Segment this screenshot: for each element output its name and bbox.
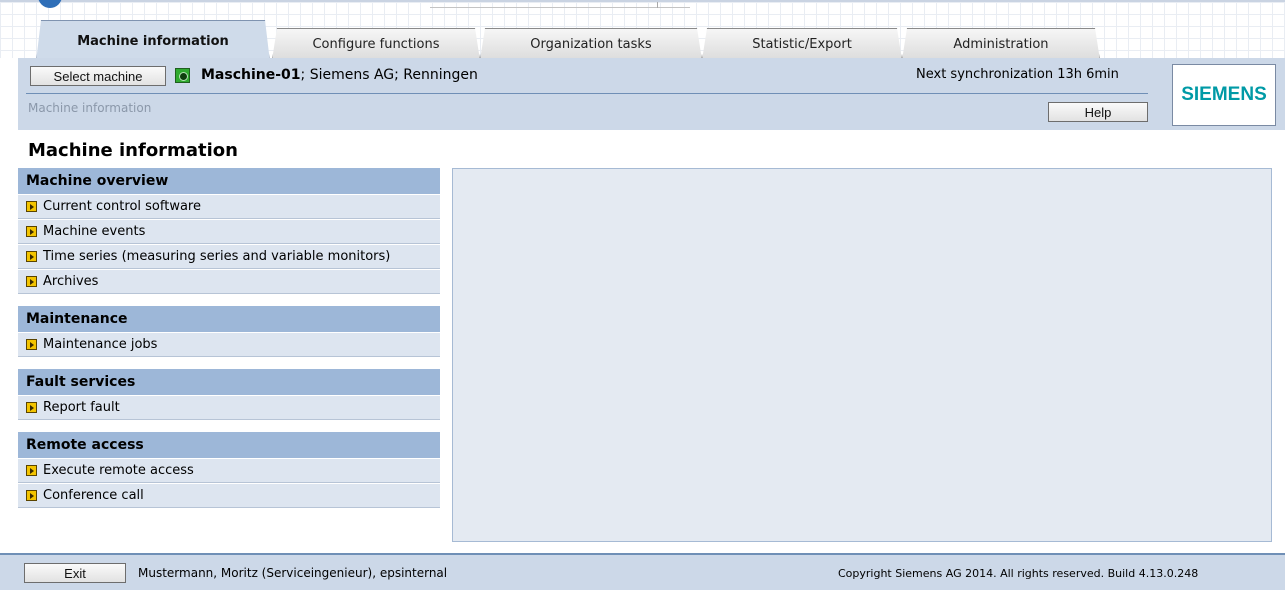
menu-group-remote-access: Remote access Execute remote access Conf… (18, 432, 440, 508)
menu-item-label: Archives (43, 274, 99, 289)
arrow-bullet-icon (26, 201, 37, 212)
tab-label: Machine information (77, 34, 229, 49)
machine-info-bar: Select machine Maschine-01; Siemens AG; … (18, 58, 1285, 130)
tab-label: Statistic/Export (752, 37, 852, 52)
tab-organization-tasks[interactable]: Organization tasks (480, 28, 702, 60)
menu-item-label: Report fault (43, 400, 120, 415)
arrow-bullet-icon (26, 339, 37, 350)
menu-item-label: Current control software (43, 199, 201, 214)
tab-label: Configure functions (312, 37, 440, 52)
tab-strip: Machine information Configure functions … (0, 0, 1285, 58)
menu-item-current-control-software[interactable]: Current control software (18, 194, 440, 219)
menu-item-archives[interactable]: Archives (18, 269, 440, 294)
menu-group-maintenance: Maintenance Maintenance jobs (18, 306, 440, 357)
tab-label: Administration (953, 37, 1049, 52)
machine-status-icon (175, 68, 190, 83)
menu-item-execute-remote-access[interactable]: Execute remote access (18, 458, 440, 483)
menu-item-label: Machine events (43, 224, 146, 239)
machine-name: Maschine-01 (201, 67, 301, 83)
menu-group-machine-overview: Machine overview Current control softwar… (18, 168, 440, 294)
help-button[interactable]: Help (1048, 102, 1148, 122)
copyright-text: Copyright Siemens AG 2014. All rights re… (838, 567, 1199, 580)
sidebar: Machine overview Current control softwar… (18, 168, 440, 520)
menu-item-label: Execute remote access (43, 463, 194, 478)
menu-item-label: Conference call (43, 488, 144, 503)
menu-item-time-series[interactable]: Time series (measuring series and variab… (18, 244, 440, 269)
menu-group-header: Remote access (18, 432, 440, 458)
arrow-bullet-icon (26, 465, 37, 476)
machine-details: ; Siemens AG; Renningen (300, 67, 478, 83)
top-divider (430, 2, 690, 8)
arrow-bullet-icon (26, 276, 37, 287)
siemens-logo: SIEMENS (1172, 64, 1276, 126)
user-info: Mustermann, Moritz (Serviceingenieur), e… (138, 566, 448, 580)
menu-item-label: Maintenance jobs (43, 337, 158, 352)
menu-group-header: Maintenance (18, 306, 440, 332)
sync-status: Next synchronization 13h 6min (916, 67, 1119, 82)
menu-item-conference-call[interactable]: Conference call (18, 483, 440, 508)
menu-group-fault-services: Fault services Report fault (18, 369, 440, 420)
tab-administration[interactable]: Administration (902, 28, 1100, 60)
menu-item-label: Time series (measuring series and variab… (43, 249, 391, 264)
exit-button[interactable]: Exit (24, 563, 126, 583)
menu-group-header: Fault services (18, 369, 440, 395)
arrow-bullet-icon (26, 402, 37, 413)
arrow-bullet-icon (26, 490, 37, 501)
footer-bar: Exit Mustermann, Moritz (Serviceingenieu… (0, 553, 1285, 590)
arrow-bullet-icon (26, 226, 37, 237)
menu-group-header: Machine overview (18, 168, 440, 194)
page-title: Machine information (28, 140, 238, 161)
select-machine-button[interactable]: Select machine (30, 66, 166, 86)
breadcrumb: Machine information (28, 101, 152, 115)
content-panel (452, 168, 1272, 542)
machine-label: Maschine-01; Siemens AG; Renningen (201, 67, 478, 83)
tab-label: Organization tasks (530, 37, 652, 52)
tab-configure-functions[interactable]: Configure functions (272, 28, 480, 60)
menu-item-maintenance-jobs[interactable]: Maintenance jobs (18, 332, 440, 357)
menu-item-report-fault[interactable]: Report fault (18, 395, 440, 420)
tab-machine-information[interactable]: Machine information (36, 20, 270, 62)
arrow-bullet-icon (26, 251, 37, 262)
app-logo-fragment (38, 0, 62, 8)
header-divider (26, 93, 1148, 94)
menu-item-machine-events[interactable]: Machine events (18, 219, 440, 244)
tab-statistic-export[interactable]: Statistic/Export (702, 28, 902, 60)
